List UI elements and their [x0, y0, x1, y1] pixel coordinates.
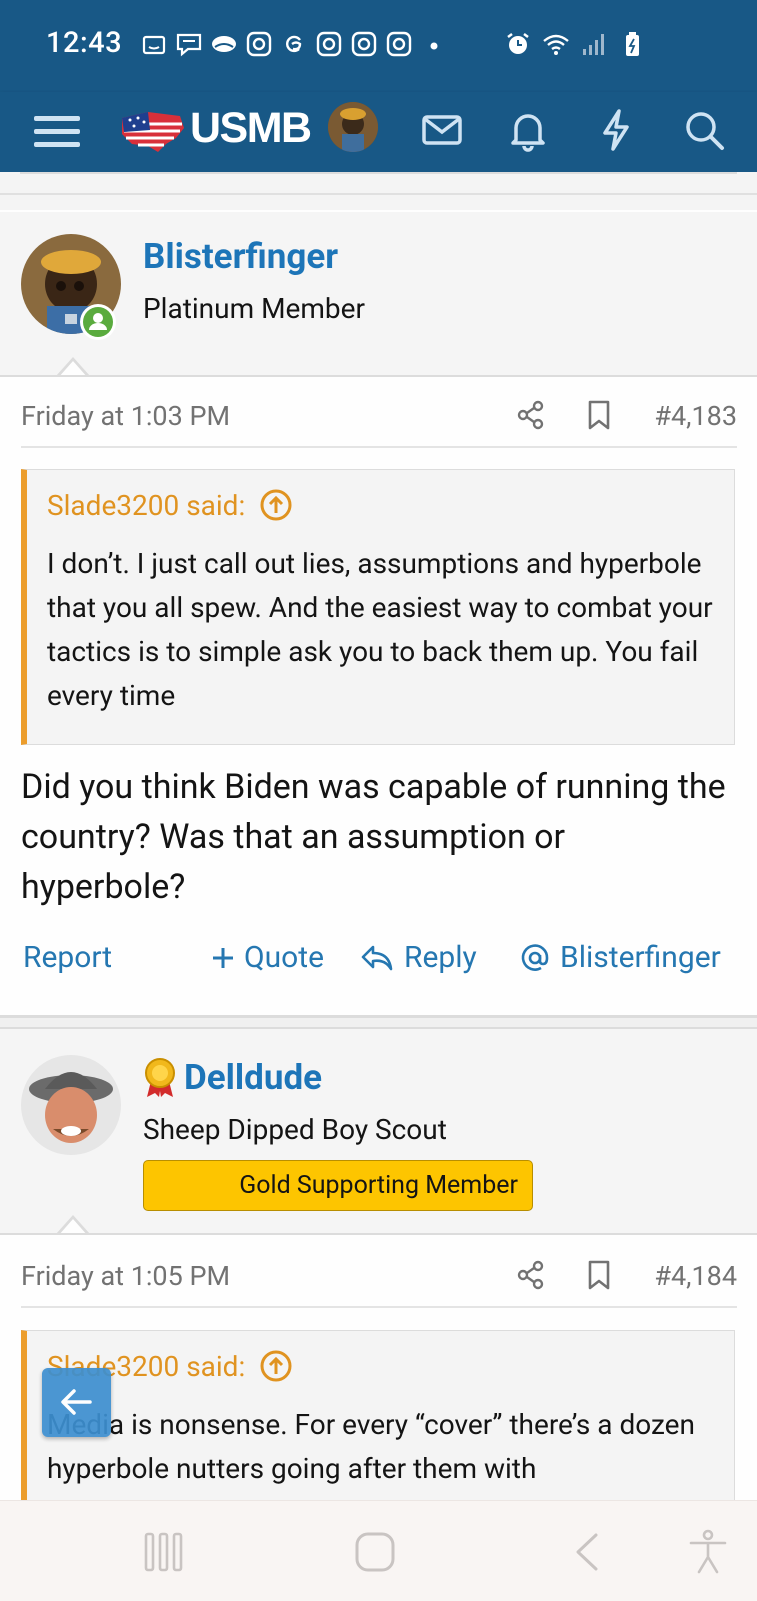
- quote-button[interactable]: Quote: [212, 940, 324, 975]
- quote-text: Media is nonsense. For every “cover” the…: [47, 1408, 695, 1485]
- post-separator: [0, 1015, 757, 1029]
- system-nav-bar: [0, 1500, 757, 1601]
- reply-icon: [361, 945, 393, 970]
- battery-charging-icon: [626, 32, 639, 56]
- accessibility-icon[interactable]: [688, 1529, 728, 1575]
- quote-header[interactable]: Slade3200 said:: [47, 488, 293, 522]
- post-date[interactable]: Friday at 1:05 PM: [21, 1260, 230, 1292]
- signal-icon: [583, 34, 604, 55]
- instagram-icon: [246, 31, 272, 57]
- bell-icon[interactable]: [504, 106, 552, 154]
- wifi-icon: [543, 34, 569, 55]
- message-notification-icon: [176, 33, 202, 57]
- back-nav-icon[interactable]: [570, 1531, 604, 1573]
- mail-icon[interactable]: [418, 106, 466, 154]
- jump-to-quote-icon[interactable]: [259, 488, 293, 522]
- mention-label: Blisterfinger: [560, 940, 721, 975]
- alarm-icon: [507, 33, 529, 54]
- medal-icon: [145, 1058, 175, 1097]
- search-icon[interactable]: [680, 106, 728, 154]
- report-link[interactable]: Report: [23, 940, 112, 975]
- reply-button[interactable]: Reply: [360, 940, 477, 975]
- post-meta: Friday at 1:03 PM #4,183: [21, 380, 737, 448]
- lightning-icon[interactable]: [592, 106, 640, 154]
- quote-label: Quote: [244, 940, 325, 975]
- quote-block: Slade3200 said: I don’t. I just call out…: [21, 469, 735, 745]
- instagram-icon: [386, 31, 412, 57]
- status-time: 12:43: [46, 26, 123, 60]
- logo-text: USMB: [190, 104, 312, 152]
- online-status-indicator: [80, 304, 116, 340]
- status-bar: 12:43: [0, 0, 757, 92]
- reply-label: Reply: [404, 940, 477, 975]
- jump-to-quote-icon[interactable]: [259, 1349, 293, 1383]
- recent-apps-icon[interactable]: [144, 1531, 184, 1573]
- menu-icon[interactable]: [34, 110, 80, 154]
- more-dot-icon: [430, 42, 438, 50]
- report-label: Report: [23, 940, 113, 975]
- user-title: Platinum Member: [143, 292, 365, 325]
- home-icon[interactable]: [354, 1531, 396, 1573]
- threads-icon: [286, 35, 302, 53]
- post-body: Did you think Biden was capable of runni…: [21, 767, 726, 907]
- mention-button[interactable]: Blisterfinger: [520, 940, 721, 975]
- username[interactable]: Delldude: [184, 1057, 322, 1098]
- user-avatar[interactable]: [21, 1055, 121, 1155]
- quote-text: I don’t. I just call out lies, assumptio…: [47, 547, 713, 712]
- gold-supporting-badge: Gold Supporting Member: [143, 1160, 533, 1211]
- username[interactable]: Blisterfinger: [143, 236, 338, 277]
- post-number[interactable]: #4,183: [654, 400, 737, 432]
- post-actions: Report Quote Reply Blisterfinger: [0, 940, 757, 990]
- bookmark-icon[interactable]: [584, 400, 614, 430]
- back-button[interactable]: [42, 1368, 111, 1437]
- app-header: USMB: [0, 92, 757, 172]
- post-date[interactable]: Friday at 1:03 PM: [21, 400, 230, 432]
- bookmark-icon[interactable]: [584, 1260, 614, 1290]
- user-online-icon: [89, 313, 107, 330]
- user-title: Sheep Dipped Boy Scout: [143, 1113, 447, 1146]
- system-icons: [504, 30, 646, 58]
- flag-map-icon: [122, 112, 184, 152]
- share-icon[interactable]: [516, 400, 546, 430]
- post-user-header: Delldude Sheep Dipped Boy Scout Gold Sup…: [0, 1029, 757, 1236]
- post-user-header: Blisterfinger Platinum Member: [0, 212, 757, 378]
- my-avatar[interactable]: [328, 102, 378, 152]
- share-icon[interactable]: [516, 1260, 546, 1290]
- plus-icon: [213, 947, 233, 968]
- post-meta: Friday at 1:05 PM #4,184: [21, 1240, 737, 1308]
- arrow-left-icon: [61, 1389, 92, 1415]
- amazon-notification-icon: [142, 35, 166, 55]
- instagram-icon: [316, 31, 342, 57]
- quote-author[interactable]: Slade3200 said:: [47, 489, 245, 522]
- cloud-notification-icon: [212, 36, 236, 52]
- usmb-logo[interactable]: USMB: [118, 100, 312, 160]
- at-icon: [521, 943, 549, 971]
- quote-block: Slade3200 said: Media is nonsense. For e…: [21, 1330, 735, 1520]
- instagram-icon: [351, 31, 377, 57]
- post-number[interactable]: #4,184: [654, 1260, 737, 1292]
- notification-icons: [140, 30, 448, 58]
- previous-post-edge: [0, 172, 757, 210]
